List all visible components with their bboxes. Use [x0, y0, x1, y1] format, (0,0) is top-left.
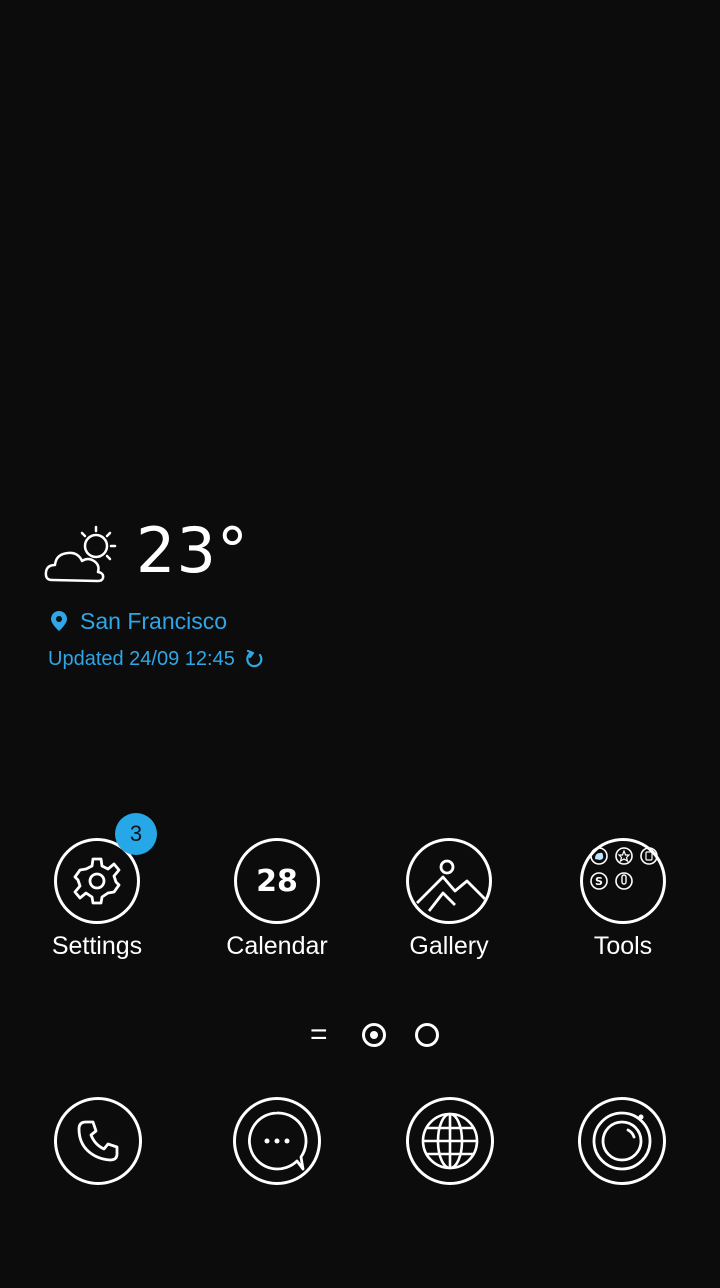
home-screen: 23° San Francisco Updated 24/09 12:45 3 … [0, 0, 720, 1288]
location-name: San Francisco [80, 607, 228, 634]
dock-phone[interactable] [54, 1097, 142, 1185]
app-label: Calendar [226, 932, 328, 960]
gallery-app-icon[interactable] [406, 838, 492, 924]
image-icon [416, 859, 486, 912]
app-calendar[interactable]: 28 Calendar [202, 838, 352, 978]
update-row: Updated 24/09 12:45 [48, 644, 265, 674]
location-pin-icon [51, 611, 67, 631]
calendar-date: 28 [256, 863, 298, 899]
svg-text:S: S [595, 875, 603, 888]
messages-icon [248, 1111, 308, 1171]
app-drawer-handle-icon[interactable]: = [310, 1018, 328, 1052]
app-label: Settings [51, 932, 143, 960]
updated-timestamp: Updated 24/09 12:45 [48, 647, 235, 670]
page-dot[interactable] [415, 1023, 439, 1047]
dock-browser[interactable] [406, 1097, 494, 1185]
app-label: Tools [593, 932, 653, 960]
page-dot-active[interactable] [362, 1023, 386, 1047]
tools-folder-icon[interactable]: S [580, 838, 666, 924]
app-label: Gallery [409, 932, 489, 960]
dock-messages[interactable] [233, 1097, 321, 1185]
app-tools-folder[interactable]: S Tools [548, 838, 698, 978]
weather-widget[interactable]: 23° San Francisco Updated 24/09 12:45 [44, 514, 404, 680]
camera-icon [592, 1111, 652, 1171]
calendar-app-icon[interactable]: 28 [234, 838, 320, 924]
refresh-icon[interactable] [245, 649, 265, 669]
settings-app-icon[interactable]: 3 [54, 813, 157, 924]
temperature-value: 23° [136, 514, 249, 587]
browser-globe-icon [421, 1112, 479, 1170]
app-gallery[interactable]: Gallery [374, 838, 524, 978]
page-indicator: = [300, 1018, 450, 1052]
phone-icon [77, 1120, 119, 1162]
notification-badge: 3 [115, 813, 157, 855]
app-settings[interactable]: 3 Settings [22, 813, 172, 978]
partly-cloudy-icon [44, 525, 117, 583]
gear-icon [73, 857, 121, 905]
location-row[interactable]: San Francisco [50, 606, 227, 636]
dock-camera[interactable] [578, 1097, 666, 1185]
folder-icon: S [590, 847, 658, 890]
